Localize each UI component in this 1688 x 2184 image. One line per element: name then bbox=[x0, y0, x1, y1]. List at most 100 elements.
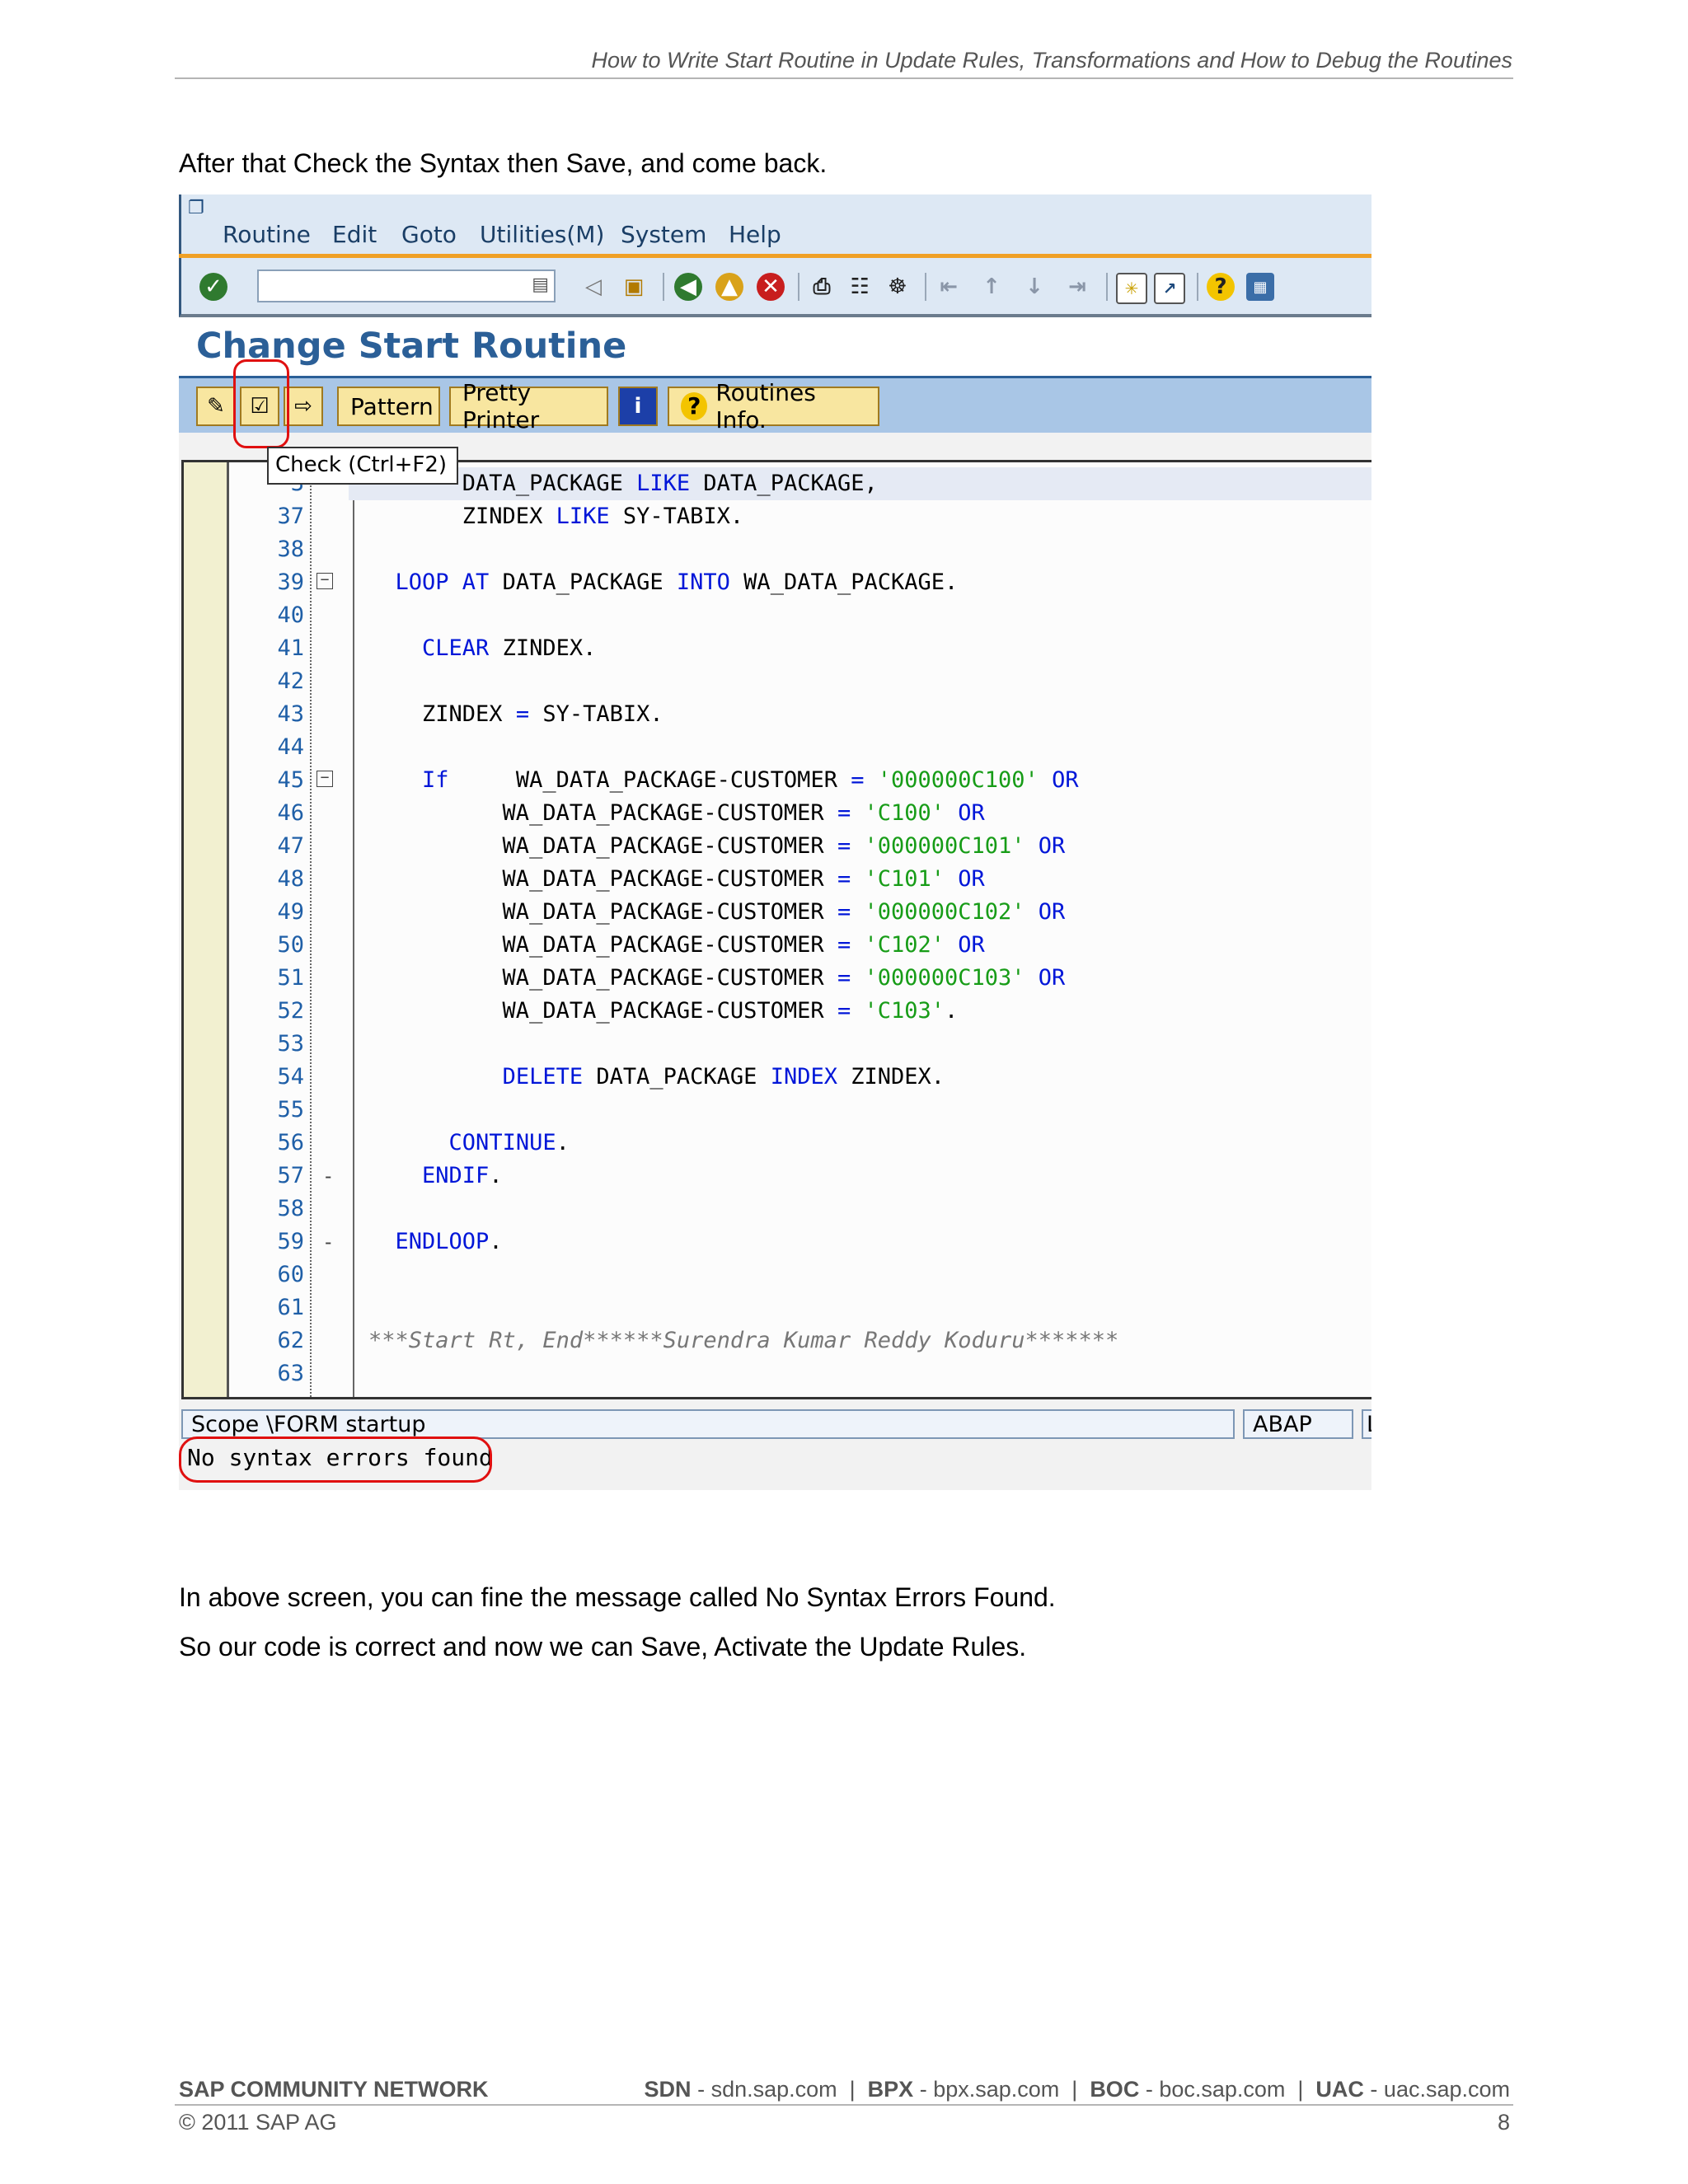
line-number: 62 bbox=[277, 1328, 304, 1353]
code-token: WA_DATA_PACKAGE-CUSTOMER bbox=[368, 998, 837, 1024]
code-line[interactable]: 38 bbox=[184, 533, 1372, 566]
first-page-icon[interactable]: ⇤ bbox=[935, 273, 963, 301]
find-icon[interactable]: ☷ bbox=[846, 273, 874, 301]
code-line[interactable]: 62 ***Start Rt, End******Surendra Kumar R… bbox=[184, 1324, 1372, 1357]
code-token: . bbox=[931, 1064, 945, 1090]
pretty-printer-button[interactable]: Pretty Printer bbox=[449, 379, 608, 434]
command-field[interactable]: ▤ bbox=[257, 269, 556, 302]
abap-code-editor[interactable]: 3 DATA_PACKAGE LIKE DATA_PACKAGE,37 ZIND… bbox=[181, 460, 1372, 1399]
scope-field: Scope \FORM startup bbox=[181, 1409, 1235, 1439]
code-token: 'C100' bbox=[851, 800, 945, 826]
code-token: 'C102' bbox=[851, 932, 945, 958]
footer-sdn-link[interactable]: sdn.sap.com bbox=[711, 2077, 837, 2102]
code-token: , bbox=[864, 471, 878, 496]
code-token: CLEAR bbox=[422, 635, 490, 661]
code-text: ENDIF. bbox=[368, 1160, 503, 1193]
code-line[interactable]: 44 bbox=[184, 731, 1372, 764]
code-line[interactable]: 53 bbox=[184, 1028, 1372, 1061]
line-number: 40 bbox=[277, 602, 304, 628]
footer-sdn-label: SDN bbox=[644, 2077, 692, 2102]
code-line[interactable]: 43 ZINDEX = SY-TABIX. bbox=[184, 698, 1372, 731]
code-text: ZINDEX LIKE SY-TABIX. bbox=[368, 500, 743, 533]
code-line[interactable]: 54 DELETE DATA_PACKAGE INDEX ZINDEX. bbox=[184, 1061, 1372, 1094]
code-token: = bbox=[837, 866, 851, 892]
line-number: 42 bbox=[277, 668, 304, 694]
code-token: OR bbox=[1038, 767, 1079, 793]
new-session-icon[interactable]: ✳ bbox=[1116, 273, 1147, 304]
code-line[interactable]: 48 WA_DATA_PACKAGE-CUSTOMER = 'C101' OR bbox=[184, 863, 1372, 896]
code-token: OR bbox=[1025, 899, 1066, 925]
print-icon[interactable]: ⎙ bbox=[808, 273, 836, 301]
cancel-icon[interactable]: ✕ bbox=[757, 273, 785, 301]
code-token: = bbox=[837, 833, 851, 859]
info-icon[interactable]: i bbox=[618, 387, 658, 426]
back-arrow-small-icon[interactable]: ◁ bbox=[579, 273, 607, 301]
code-token: SY-TABIX bbox=[609, 504, 730, 529]
save-icon[interactable]: ▣ bbox=[620, 273, 648, 301]
footer-boc-link[interactable]: boc.sap.com bbox=[1159, 2077, 1285, 2102]
menu-routine[interactable]: Routine bbox=[223, 221, 311, 248]
code-line[interactable]: 45− If WA_DATA_PACKAGE-CUSTOMER = '00000… bbox=[184, 764, 1372, 797]
exit-icon[interactable]: ▲ bbox=[715, 273, 743, 301]
activate-icon[interactable]: ⇨ bbox=[284, 387, 323, 426]
code-line[interactable]: 49 WA_DATA_PACKAGE-CUSTOMER = '000000C10… bbox=[184, 896, 1372, 929]
menu-corner-icon[interactable]: ❐ bbox=[188, 198, 204, 218]
code-line[interactable]: 61 bbox=[184, 1291, 1372, 1324]
pattern-button[interactable]: Pattern bbox=[337, 387, 440, 426]
code-token: LIKE bbox=[556, 504, 610, 529]
menu-goto[interactable]: Goto bbox=[401, 221, 457, 248]
code-text: ENDLOOP. bbox=[368, 1226, 503, 1258]
code-line[interactable]: 46 WA_DATA_PACKAGE-CUSTOMER = 'C100' OR bbox=[184, 797, 1372, 830]
code-line[interactable]: 50 WA_DATA_PACKAGE-CUSTOMER = 'C102' OR bbox=[184, 929, 1372, 962]
code-token: DATA_PACKAGE bbox=[690, 471, 865, 496]
next-page-icon[interactable]: ↓ bbox=[1020, 273, 1048, 301]
fold-toggle-icon[interactable]: − bbox=[316, 573, 333, 589]
code-line[interactable]: 60 bbox=[184, 1258, 1372, 1291]
code-line[interactable]: 47 WA_DATA_PACKAGE-CUSTOMER = '000000C10… bbox=[184, 830, 1372, 863]
fold-toggle-icon[interactable]: − bbox=[316, 771, 333, 787]
layout-menu-icon[interactable]: ▦ bbox=[1246, 273, 1274, 301]
toolbar-separator bbox=[798, 273, 799, 301]
code-token: OR bbox=[945, 800, 985, 826]
code-text: WA_DATA_PACKAGE-CUSTOMER = '000000C102' … bbox=[368, 896, 1066, 929]
find-next-icon[interactable]: ☸ bbox=[884, 273, 912, 301]
code-line[interactable]: 57- ENDIF. bbox=[184, 1160, 1372, 1193]
back-icon[interactable]: ◀ bbox=[674, 273, 702, 301]
code-line[interactable]: 41 CLEAR ZINDEX. bbox=[184, 632, 1372, 665]
shortcut-icon[interactable]: ↗ bbox=[1154, 273, 1185, 304]
code-line[interactable]: 37 ZINDEX LIKE SY-TABIX. bbox=[184, 500, 1372, 533]
code-line[interactable]: 42 bbox=[184, 665, 1372, 698]
code-line[interactable]: 52 WA_DATA_PACKAGE-CUSTOMER = 'C103'. bbox=[184, 995, 1372, 1028]
enter-icon[interactable]: ✓ bbox=[199, 273, 227, 301]
footer-divider bbox=[175, 2104, 1513, 2106]
footer-uac-link[interactable]: uac.sap.com bbox=[1384, 2077, 1510, 2102]
code-token: If bbox=[422, 767, 449, 793]
code-line[interactable]: 39− LOOP AT DATA_PACKAGE INTO WA_DATA_PA… bbox=[184, 566, 1372, 599]
code-token: OR bbox=[945, 932, 985, 958]
last-page-icon[interactable]: ⇥ bbox=[1063, 273, 1091, 301]
menu-edit[interactable]: Edit bbox=[332, 221, 377, 248]
code-line[interactable]: 56 CONTINUE. bbox=[184, 1127, 1372, 1160]
footer-bpx-link[interactable]: bpx.sap.com bbox=[933, 2077, 1059, 2102]
history-icon[interactable]: ▤ bbox=[532, 274, 549, 295]
help-icon[interactable]: ? bbox=[1207, 273, 1235, 301]
display-change-icon[interactable]: ✎ bbox=[196, 387, 236, 426]
code-line[interactable]: 58 bbox=[184, 1193, 1372, 1226]
routines-info-button[interactable]: ? Routines Info. bbox=[668, 379, 879, 434]
code-line[interactable]: 55 bbox=[184, 1094, 1372, 1127]
previous-page-icon[interactable]: ↑ bbox=[978, 273, 1006, 301]
menu-utilities[interactable]: Utilities(M) bbox=[480, 221, 604, 248]
code-line[interactable]: 59- ENDLOOP. bbox=[184, 1226, 1372, 1258]
code-line[interactable]: 63 bbox=[184, 1357, 1372, 1390]
code-text: CLEAR ZINDEX. bbox=[368, 632, 596, 665]
menu-help[interactable]: Help bbox=[729, 221, 781, 248]
code-line[interactable]: 51 WA_DATA_PACKAGE-CUSTOMER = '000000C10… bbox=[184, 962, 1372, 995]
code-token: OR bbox=[1025, 965, 1066, 991]
code-line[interactable]: 40 bbox=[184, 599, 1372, 632]
code-text: WA_DATA_PACKAGE-CUSTOMER = 'C103'. bbox=[368, 995, 959, 1028]
menu-system[interactable]: System bbox=[621, 221, 706, 248]
code-token: OR bbox=[1025, 833, 1066, 859]
